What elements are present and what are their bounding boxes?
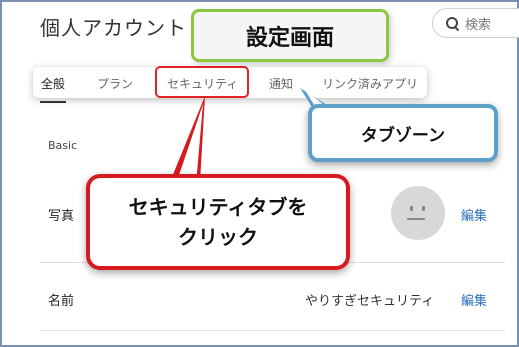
row-divider	[40, 330, 505, 331]
tab-general[interactable]: 全般	[41, 75, 65, 92]
active-tab-indicator	[40, 101, 66, 103]
photo-label: 写真	[48, 209, 75, 224]
callout-line: セキュリティタブを	[128, 195, 308, 219]
callout-line: クリック	[178, 225, 258, 249]
name-label: 名前	[48, 294, 75, 309]
name-edit-link[interactable]: 編集	[461, 290, 487, 309]
tab-notifications[interactable]: 通知	[269, 75, 293, 92]
search-input[interactable]: 検索	[432, 8, 519, 38]
tab-linked-apps[interactable]: リンク済みアプリ	[322, 75, 418, 92]
security-tab-highlight	[155, 66, 249, 98]
name-value: やりすぎセキュリティ	[305, 294, 435, 309]
click-security-callout: セキュリティタブを クリック	[86, 174, 350, 270]
tab-zone-callout: タブゾーン	[308, 104, 498, 162]
page-title: 個人アカウント	[40, 16, 187, 40]
search-placeholder: 検索	[465, 17, 492, 33]
section-label-basic: Basic	[48, 139, 78, 152]
photo-edit-link[interactable]: 編集	[461, 205, 487, 224]
tab-plan[interactable]: プラン	[97, 75, 133, 92]
screen-title-callout: 設定画面	[191, 9, 389, 62]
avatar[interactable]	[391, 186, 445, 240]
search-icon	[445, 16, 459, 30]
